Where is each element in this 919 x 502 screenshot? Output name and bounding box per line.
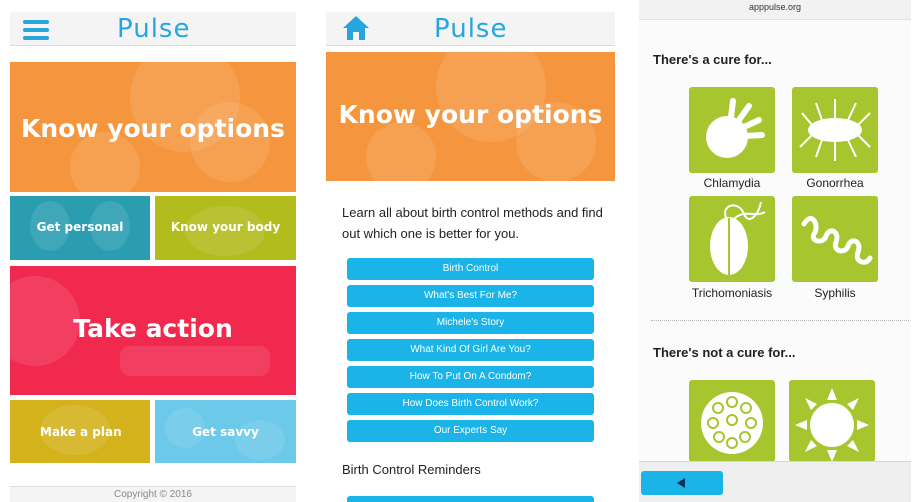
banner-know-your-options: Know your options bbox=[326, 52, 615, 181]
tile-get-savvy[interactable]: Get savvy bbox=[155, 400, 296, 463]
url-bar: apppulse.org bbox=[639, 0, 911, 20]
screenshot-stage: Pulse Know your options Get personal Kno… bbox=[0, 0, 919, 502]
app-header: Pulse bbox=[326, 12, 615, 46]
trichomoniasis-label: Trichomoniasis bbox=[691, 286, 773, 300]
home-icon[interactable] bbox=[341, 14, 371, 42]
reminder-button-partial[interactable] bbox=[347, 496, 594, 502]
gonorrhea-icon bbox=[799, 99, 871, 161]
no-cure-heading: There's not a cure for... bbox=[653, 345, 796, 360]
spiked-virus-icon bbox=[795, 388, 869, 462]
tile-know-your-options[interactable]: Know your options bbox=[10, 62, 296, 192]
chlamydia-icon bbox=[706, 98, 765, 158]
back-arrow-icon bbox=[677, 478, 685, 488]
tile-know-your-body[interactable]: Know your body bbox=[155, 196, 296, 260]
gonorrhea-label: Gonorrhea bbox=[806, 176, 864, 190]
know-options-screen: Pulse Know your options Learn all about … bbox=[326, 0, 615, 502]
tile-label: Get personal bbox=[36, 220, 124, 234]
tile-label: Know your body bbox=[170, 220, 281, 234]
brand-title: Pulse bbox=[434, 14, 508, 44]
syphilis-tile[interactable] bbox=[792, 196, 878, 282]
back-button[interactable] bbox=[641, 471, 723, 495]
section-heading-reminders: Birth Control Reminders bbox=[342, 462, 481, 477]
section-divider bbox=[651, 320, 909, 321]
tile-label: Get savvy bbox=[192, 425, 259, 439]
chlamydia-tile[interactable] bbox=[689, 87, 775, 173]
home-screen: Pulse Know your options Get personal Kno… bbox=[10, 0, 296, 502]
intro-text: Learn all about birth control methods an… bbox=[342, 205, 603, 241]
brand-title: Pulse bbox=[117, 14, 191, 44]
no-cure-tile-2[interactable] bbox=[789, 380, 875, 462]
chlamydia-label: Chlamydia bbox=[703, 176, 761, 190]
micheles-story-button[interactable]: Michele's Story bbox=[347, 312, 594, 334]
trichomoniasis-tile[interactable] bbox=[689, 196, 775, 282]
our-experts-say-button[interactable]: Our Experts Say bbox=[347, 420, 594, 442]
syphilis-icon bbox=[801, 216, 873, 265]
tile-make-a-plan[interactable]: Make a plan bbox=[10, 400, 150, 463]
virus-icon bbox=[701, 392, 763, 454]
whats-best-for-me-button[interactable]: What's Best For Me? bbox=[347, 285, 594, 307]
birth-control-button[interactable]: Birth Control bbox=[347, 258, 594, 280]
app-header: Pulse bbox=[10, 12, 296, 46]
syphilis-label: Syphilis bbox=[814, 286, 856, 300]
bottom-toolbar bbox=[639, 461, 911, 502]
trichomoniasis-icon bbox=[710, 201, 766, 276]
tile-label: Make a plan bbox=[40, 425, 122, 439]
cure-screen: apppulse.org There's a cure for... Chlam… bbox=[639, 0, 911, 502]
cure-heading: There's a cure for... bbox=[653, 52, 772, 67]
tile-label: Take action bbox=[73, 314, 233, 343]
how-birth-control-works-button[interactable]: How Does Birth Control Work? bbox=[347, 393, 594, 415]
tile-label: Know your options bbox=[21, 114, 285, 143]
banner-title: Know your options bbox=[338, 100, 603, 129]
menu-icon[interactable] bbox=[23, 20, 49, 40]
what-kind-of-girl-button[interactable]: What Kind Of Girl Are You? bbox=[347, 339, 594, 361]
put-on-condom-button[interactable]: How To Put On A Condom? bbox=[347, 366, 594, 388]
copyright-footer: Copyright © 2016 bbox=[10, 486, 296, 502]
tile-take-action[interactable]: Take action bbox=[10, 266, 296, 395]
tile-get-personal[interactable]: Get personal bbox=[10, 196, 150, 260]
gonorrhea-tile[interactable] bbox=[792, 87, 878, 173]
no-cure-tile-1[interactable] bbox=[689, 380, 775, 462]
